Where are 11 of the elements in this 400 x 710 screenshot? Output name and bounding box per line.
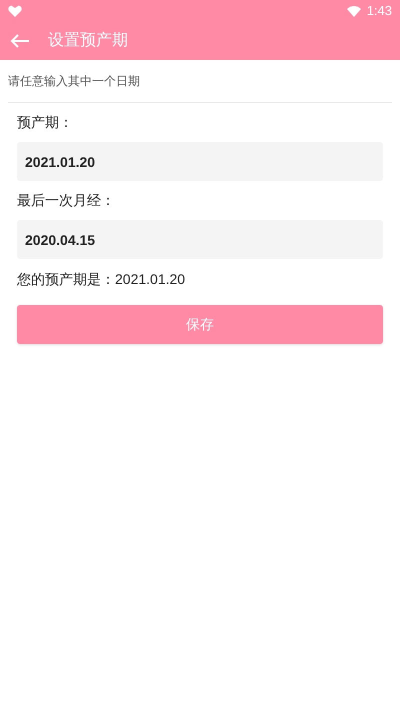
app-logo-icon bbox=[8, 5, 22, 17]
date-field[interactable]: 2020.04.15 bbox=[17, 220, 383, 259]
wifi-icon bbox=[346, 6, 361, 16]
date-field[interactable]: 2021.01.20 bbox=[17, 142, 383, 181]
page-title: 设置预产期 bbox=[48, 30, 128, 51]
field-label: 预产期： bbox=[17, 113, 74, 132]
hint-text: 请任意输入其中一个日期 bbox=[8, 74, 140, 88]
back-arrow-icon[interactable] bbox=[10, 33, 30, 49]
result-text: 您的预产期是：2021.01.20 bbox=[17, 270, 186, 289]
field-label: 最后一次月经： bbox=[17, 191, 116, 210]
status-time: 1:43 bbox=[366, 2, 392, 20]
